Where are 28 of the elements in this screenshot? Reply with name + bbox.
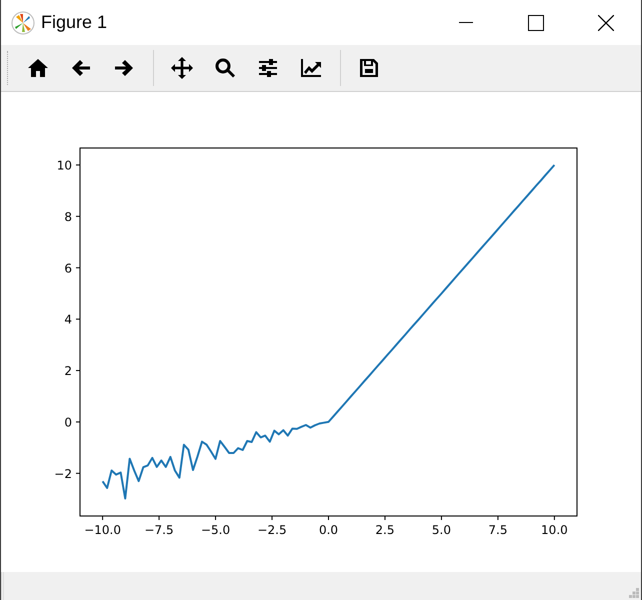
close-icon	[598, 14, 614, 30]
window-title: Figure 1	[41, 12, 108, 33]
sliders-icon	[256, 56, 280, 80]
x-tick-label: 10.0	[541, 523, 568, 537]
zoom-icon	[213, 56, 237, 80]
y-tick-label: 2	[64, 364, 72, 378]
y-tick-label: 10	[56, 158, 72, 172]
x-tick-label: 2.5	[375, 523, 395, 537]
y-tick-label: 4	[64, 312, 72, 327]
x-tick-label: −10.0	[84, 523, 121, 537]
x-tick-label: 5.0	[432, 523, 451, 537]
y-tick-label: 6	[64, 261, 72, 276]
x-tick-label: −2.5	[257, 523, 287, 537]
line-chart-icon	[299, 56, 323, 80]
save-icon	[357, 56, 381, 80]
app-icon	[11, 10, 35, 34]
x-tick-label: 0.0	[318, 523, 338, 537]
x-tick-label: −5.0	[200, 523, 230, 537]
move-icon	[170, 56, 194, 80]
y-tick-label: 8	[64, 210, 72, 224]
resize-grip-icon[interactable]	[629, 588, 639, 598]
x-tick-label: 7.5	[488, 523, 508, 537]
x-tick-label: −7.5	[144, 523, 174, 537]
home-icon	[26, 56, 50, 80]
minimize-icon	[459, 22, 473, 23]
y-tick-label: 0	[64, 415, 72, 430]
y-tick-label: −2	[54, 466, 72, 481]
maximize-icon	[528, 14, 544, 30]
